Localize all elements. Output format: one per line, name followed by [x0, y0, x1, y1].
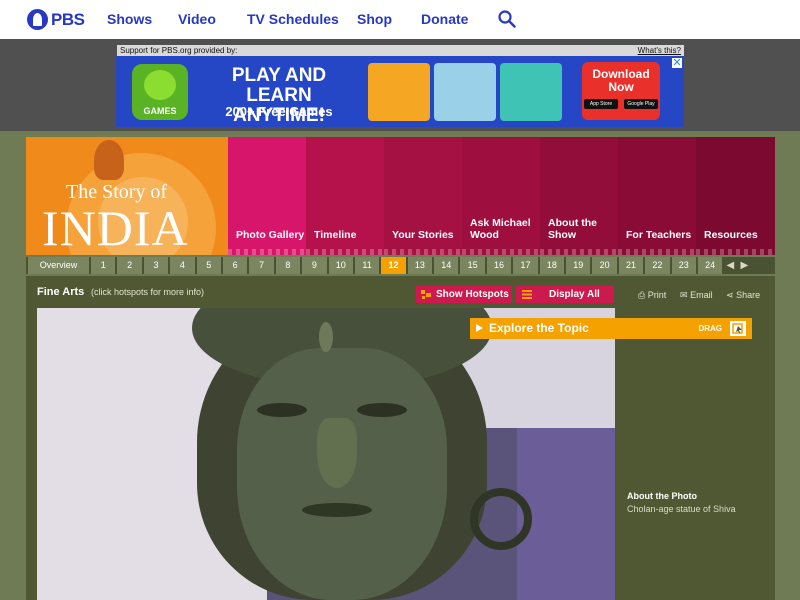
gallery-number-2[interactable]: 2: [117, 257, 142, 274]
next-arrow-icon[interactable]: ▶: [738, 257, 750, 274]
story-of-india-main: The Story of INDIA Photo Gallery Timelin…: [26, 137, 775, 600]
logo-line2: INDIA: [42, 200, 189, 255]
nav-photo-gallery[interactable]: Photo Gallery: [228, 137, 306, 255]
search-icon[interactable]: [498, 10, 516, 28]
gallery-number-24[interactable]: 24: [697, 257, 723, 274]
print-label: Print: [647, 290, 667, 300]
pbs-kids-face-icon: [144, 70, 176, 100]
gallery-number-6[interactable]: 6: [222, 257, 248, 274]
gallery-number-5[interactable]: 5: [196, 257, 221, 274]
display-all-icon: [522, 290, 532, 299]
nav-timeline[interactable]: Timeline: [306, 137, 384, 255]
gallery-number-20[interactable]: 20: [592, 257, 617, 274]
nav-your-stories[interactable]: Your Stories: [384, 137, 462, 255]
ad-support-text: Support for PBS.org provided by:: [120, 46, 238, 55]
nav-donate[interactable]: Donate: [421, 11, 468, 27]
dancer-figure-icon: [94, 140, 124, 180]
section-title: Fine Arts: [37, 286, 85, 298]
previous-arrow-icon[interactable]: ◀: [724, 257, 736, 274]
display-all-button[interactable]: Display All: [516, 286, 614, 303]
share-icon: ⋖: [726, 290, 734, 300]
ad-subheadline: 200+ Free Games: [225, 104, 333, 119]
google-play-badge[interactable]: Google Play: [624, 99, 658, 109]
app-store-badge[interactable]: App Store: [584, 99, 618, 109]
gallery-number-21[interactable]: 21: [618, 257, 644, 274]
gallery-number-23[interactable]: 23: [671, 257, 696, 274]
statue-eye: [257, 403, 307, 417]
gallery-number-9[interactable]: 9: [302, 257, 327, 274]
games-label: GAMES: [143, 106, 177, 116]
nav-tv-schedules[interactable]: TV Schedules: [247, 11, 339, 27]
share-label: Share: [736, 290, 761, 300]
statue-earring: [470, 488, 532, 550]
about-photo-title: About the Photo: [627, 491, 697, 501]
gallery-number-12[interactable]: 12: [381, 257, 406, 274]
gallery-number-14[interactable]: 14: [434, 257, 459, 274]
nav-about-the-show[interactable]: About the Show: [540, 137, 618, 255]
hotspot-hint: (click hotspots for more info): [91, 287, 205, 297]
gallery-number-strip: Overview 1 2 3 4 5 6 7 8 9 10 11 12 13 14 15 16 17 18 19 20…: [26, 257, 775, 274]
ad-character-image: [368, 63, 430, 121]
gallery-number-10[interactable]: 10: [328, 257, 353, 274]
show-hotspots-label: Show Hotspots: [436, 289, 509, 300]
ad-character-image: [500, 63, 562, 121]
gallery-number-3[interactable]: 3: [143, 257, 169, 274]
statue-mouth: [302, 503, 372, 517]
gallery-photo[interactable]: [37, 308, 615, 600]
nav-video[interactable]: Video: [178, 11, 216, 27]
share-link[interactable]: ⋖ Share: [726, 290, 760, 301]
india-header: The Story of INDIA Photo Gallery Timelin…: [26, 137, 775, 255]
display-all-label: Display All: [549, 289, 600, 300]
explore-topic-panel[interactable]: Explore the Topic DRAG: [470, 318, 752, 339]
gallery-number-13[interactable]: 13: [407, 257, 433, 274]
pbs-top-nav: PBS Shows Video TV Schedules Shop Donate: [0, 0, 800, 39]
show-hotspots-button[interactable]: Show Hotspots: [416, 286, 512, 303]
statue-third-eye: [319, 322, 333, 352]
gallery-number-18[interactable]: 18: [539, 257, 565, 274]
whats-this-link[interactable]: What's this?: [638, 45, 681, 56]
nav-ask-michael-wood[interactable]: Ask Michael Wood: [462, 137, 540, 255]
gallery-number-1[interactable]: 1: [91, 257, 116, 274]
gallery-overview-tab[interactable]: Overview: [28, 257, 89, 274]
gallery-number-22[interactable]: 22: [645, 257, 670, 274]
nav-shop[interactable]: Shop: [357, 11, 392, 27]
gallery-number-15[interactable]: 15: [460, 257, 485, 274]
story-of-india-logo[interactable]: The Story of INDIA: [26, 137, 228, 255]
email-label: Email: [690, 290, 713, 300]
pbs-logo[interactable]: PBS: [27, 9, 85, 30]
drag-label: DRAG: [698, 324, 722, 333]
nav-resources[interactable]: Resources: [696, 137, 775, 255]
ad-close-icon[interactable]: ✕: [672, 58, 682, 69]
pbs-logo-text: PBS: [51, 9, 85, 29]
ad-banner[interactable]: ✕ GAMES PLAY AND LEARN ANYTIME! 200+ Fre…: [116, 56, 684, 127]
email-icon: ✉: [680, 290, 688, 300]
print-icon: ⎙: [638, 290, 646, 300]
ad-support-bar: Support for PBS.org provided by: What's …: [117, 45, 684, 56]
gallery-number-16[interactable]: 16: [486, 257, 512, 274]
nav-for-teachers[interactable]: For Teachers: [618, 137, 696, 255]
pbs-logo-icon: [27, 9, 48, 30]
gallery-number-17[interactable]: 17: [513, 257, 538, 274]
pbs-kids-games-logo: GAMES: [132, 64, 188, 120]
gallery-number-8[interactable]: 8: [275, 257, 301, 274]
email-link[interactable]: ✉ Email: [680, 290, 713, 301]
print-link[interactable]: ⎙ Print: [638, 290, 666, 301]
about-photo-text: Cholan-age statue of Shiva: [627, 504, 736, 514]
nav-shows[interactable]: Shows: [107, 11, 152, 27]
statue-nose: [317, 418, 357, 488]
gallery-number-4[interactable]: 4: [170, 257, 195, 274]
gallery-number-11[interactable]: 11: [354, 257, 380, 274]
gallery-number-7[interactable]: 7: [249, 257, 274, 274]
download-now-button[interactable]: Download Now: [582, 62, 660, 120]
gallery-number-19[interactable]: 19: [566, 257, 591, 274]
statue-eye: [357, 403, 407, 417]
play-icon: [476, 324, 483, 332]
ad-character-image: [434, 63, 496, 121]
drag-handle-icon[interactable]: [730, 321, 746, 336]
explore-topic-label: Explore the Topic: [489, 321, 589, 335]
hotspots-icon: [421, 290, 431, 299]
